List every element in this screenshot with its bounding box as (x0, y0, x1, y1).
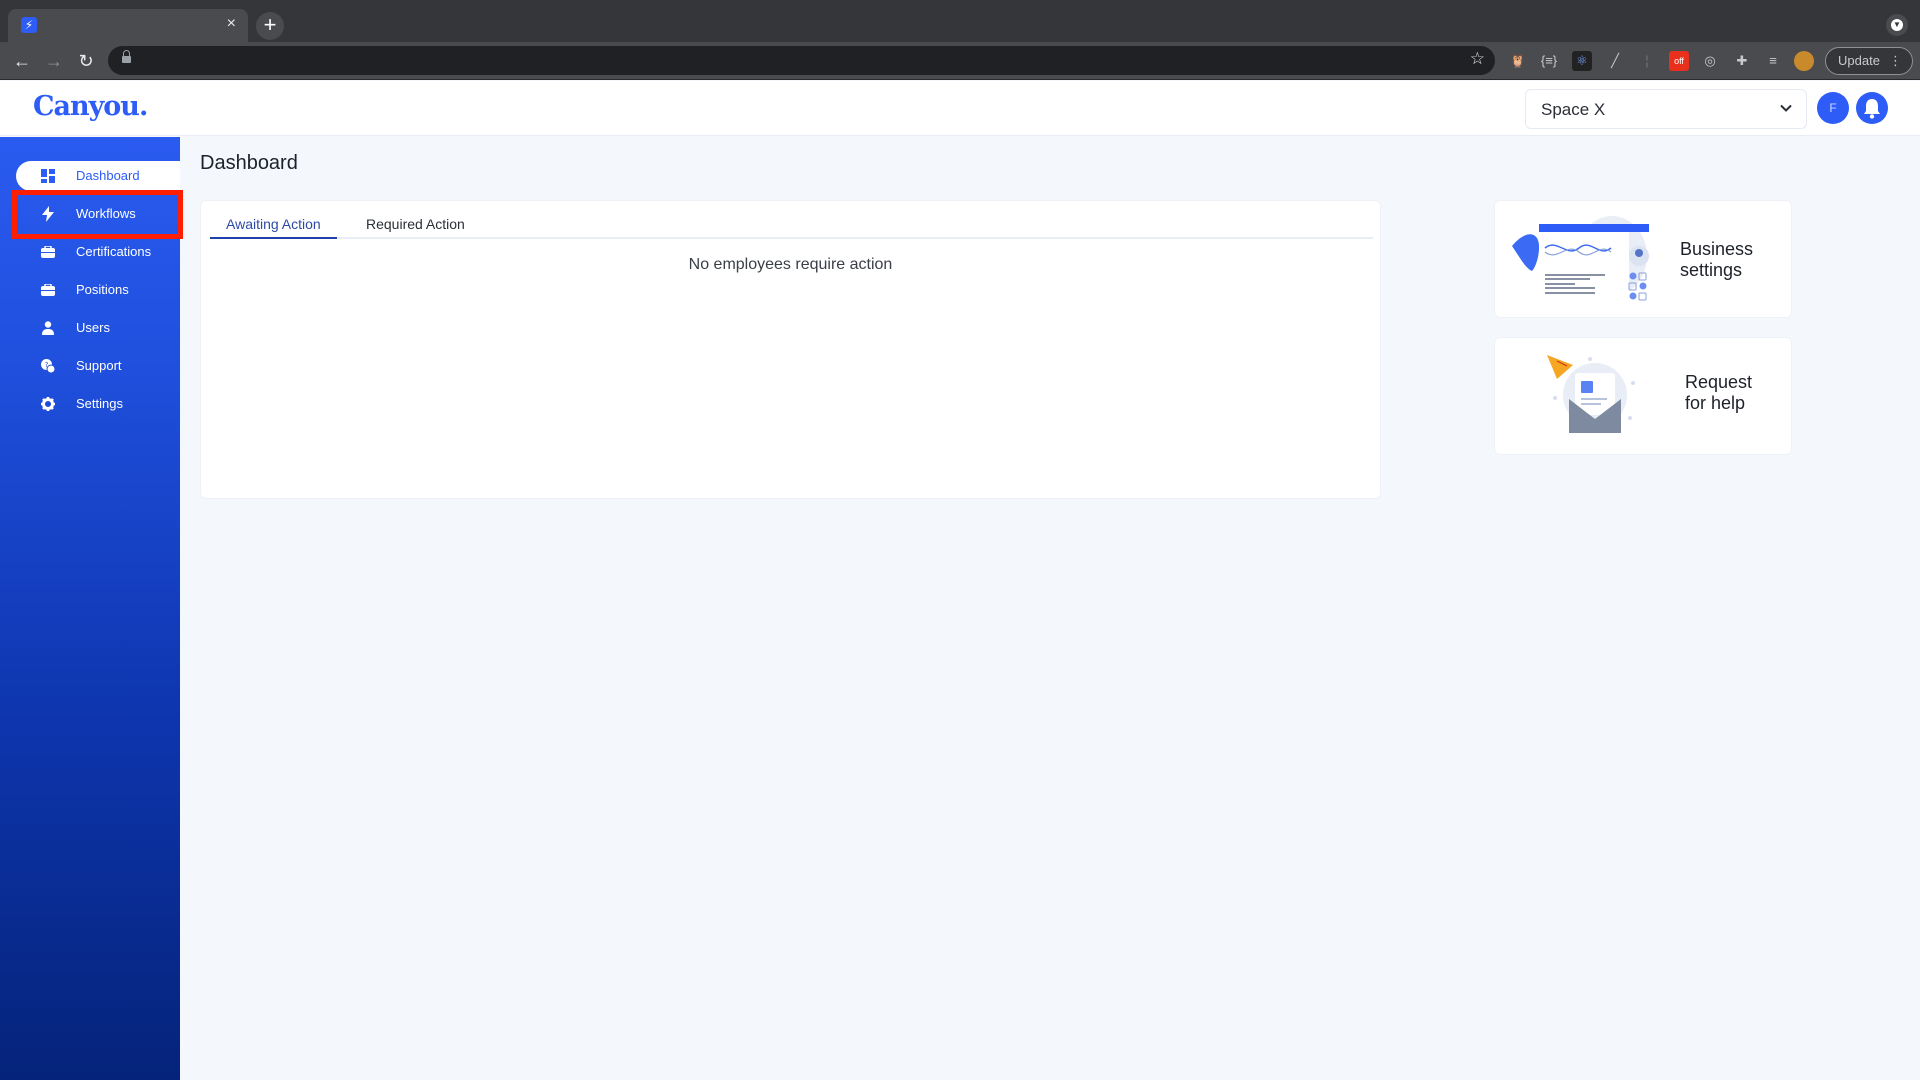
canyou-favicon-icon: ⚡ (21, 17, 37, 33)
card-title-line: settings (1680, 260, 1743, 280)
sidebar-item-label: Certifications (76, 244, 152, 259)
app-header: Canyou. Space X F (0, 81, 1920, 136)
sidebar-item-positions[interactable]: Positions (16, 275, 180, 305)
page-title: Dashboard (200, 152, 298, 174)
card-title-line: Request (1685, 372, 1753, 392)
sidebar-item-label: Support (76, 358, 122, 373)
sidebar-item-workflows[interactable]: Workflows (16, 199, 180, 229)
bell-icon (1864, 99, 1880, 119)
com-off-icon[interactable]: off (1669, 51, 1689, 71)
sidebar-item-label: Settings (76, 396, 123, 411)
dashboard-icon (39, 167, 57, 185)
com-badge: off (1674, 56, 1684, 66)
forward-icon[interactable]: → (41, 48, 67, 74)
react-devtools-icon[interactable]: ⚛ (1572, 51, 1592, 71)
update-label: Update (1838, 53, 1880, 68)
avatar[interactable]: F (1817, 92, 1849, 124)
svg-text:?: ? (45, 361, 49, 369)
update-button[interactable]: Update ⋮ (1825, 47, 1913, 75)
puzzle-icon[interactable]: ✚ (1732, 51, 1752, 71)
request-help-card[interactable]: Request for help (1494, 337, 1792, 455)
sidebar-item-support[interactable]: ? Support (16, 351, 180, 381)
sidebar-item-settings[interactable]: Settings (16, 389, 180, 419)
sidebar-item-label: Positions (76, 282, 129, 297)
ruler-icon[interactable]: ¦ (1637, 51, 1657, 71)
reload-icon[interactable]: ↻ (73, 48, 99, 74)
briefcase-icon (39, 281, 57, 299)
sidebar-item-certifications[interactable]: Certifications (16, 237, 180, 267)
app-extension-icon[interactable] (1794, 51, 1814, 71)
gear-icon (39, 395, 57, 413)
browser-tab-strip: ⚡ × + ▼ (0, 0, 1920, 42)
card-title: Request for help (1685, 372, 1752, 414)
card-title: Business settings (1680, 239, 1753, 281)
logo[interactable]: Canyou. (33, 91, 148, 122)
bookmark-star-icon[interactable]: ☆ (1470, 49, 1485, 69)
sidebar-item-users[interactable]: Users (16, 313, 180, 343)
sidebar-item-label: Workflows (76, 206, 136, 221)
briefcase-icon (39, 243, 57, 261)
browser-toolbar: ← → ↻ ☆ 🦉 {≡} ⚛ ╱ ¦ off ◎ ✚ ≡ Update ⋮ (0, 42, 1920, 80)
lock-icon (122, 50, 131, 65)
owl-extension-icon[interactable]: 🦉 (1508, 51, 1528, 71)
tab-required-action[interactable]: Required Action (350, 213, 481, 239)
business-settings-illustration (1512, 216, 1649, 301)
back-icon[interactable]: ← (9, 48, 35, 74)
sidebar-item-label: Dashboard (76, 168, 140, 183)
close-tab-icon[interactable]: × (227, 14, 236, 34)
target-icon[interactable]: ◎ (1700, 51, 1720, 71)
action-card: Awaiting Action Required Action No emplo… (200, 200, 1381, 499)
card-title-line: Business (1680, 239, 1754, 259)
lightning-icon (39, 205, 57, 223)
organization-select-value: Space X (1541, 100, 1606, 119)
business-settings-card[interactable]: Business settings (1494, 200, 1792, 318)
new-tab-button[interactable]: + (256, 12, 284, 40)
sidebar-item-label: Users (76, 320, 110, 335)
action-tabs: Awaiting Action Required Action (210, 213, 1373, 239)
notifications-button[interactable] (1856, 92, 1888, 124)
request-help-illustration (1547, 355, 1635, 433)
chevron-down-icon: ▼ (1891, 19, 1903, 31)
color-picker-icon[interactable]: ╱ (1605, 51, 1625, 71)
organization-select[interactable]: Space X (1525, 89, 1807, 129)
tab-search-button[interactable]: ▼ (1886, 14, 1908, 36)
address-bar[interactable]: ☆ (108, 46, 1495, 75)
support-icon: ? (39, 357, 57, 375)
sidebar-item-dashboard[interactable]: Dashboard (16, 161, 180, 191)
user-icon (39, 319, 57, 337)
empty-state-message: No employees require action (688, 256, 893, 273)
kebab-menu-icon: ⋮ (1889, 53, 1902, 68)
playlist-icon[interactable]: ≡ (1763, 51, 1783, 71)
json-viewer-icon[interactable]: {≡} (1539, 51, 1559, 71)
chevron-down-icon (1780, 101, 1792, 115)
card-title-line: for help (1685, 393, 1746, 413)
browser-tab[interactable]: ⚡ × (8, 9, 248, 42)
tab-awaiting-action[interactable]: Awaiting Action (210, 213, 337, 239)
